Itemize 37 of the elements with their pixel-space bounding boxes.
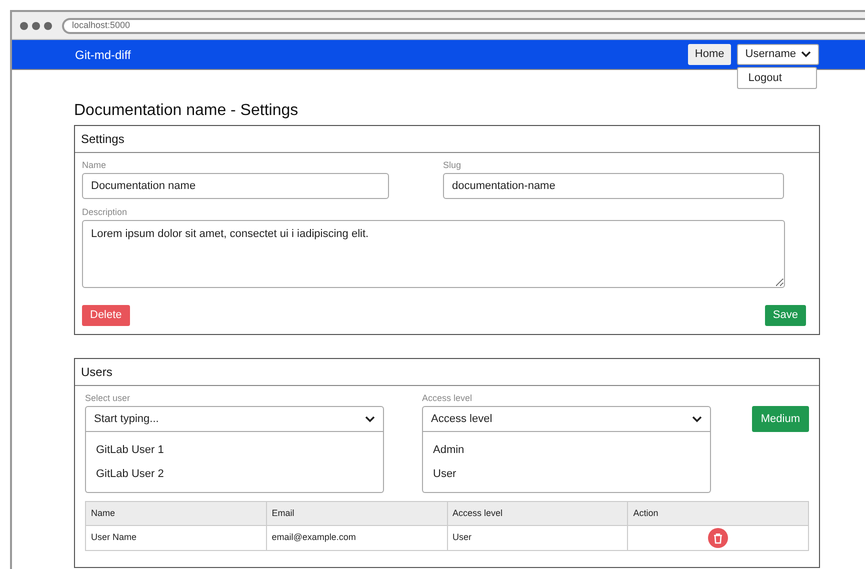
brand-title[interactable]: Git-md-diff bbox=[75, 46, 131, 64]
name-input[interactable]: Documentation name bbox=[82, 173, 389, 199]
field-label: Description bbox=[82, 206, 128, 218]
home-button[interactable]: Home bbox=[688, 44, 732, 65]
trash-icon bbox=[713, 532, 724, 544]
column-header: Name bbox=[86, 502, 266, 526]
field-label: Slug bbox=[443, 159, 462, 171]
table-cell: User Name bbox=[86, 526, 266, 550]
chevron-down-icon bbox=[365, 416, 375, 422]
save-button[interactable]: Save bbox=[764, 305, 806, 326]
dropdown-option[interactable]: GitLab User 1 bbox=[86, 438, 383, 462]
description-textarea[interactable]: Lorem ipsum dolor sit amet, consectet ui i iadipiscing elit. bbox=[82, 220, 785, 288]
field-label: Name bbox=[82, 159, 108, 171]
column-header: Email bbox=[266, 502, 447, 526]
table-cell: email@example.com bbox=[266, 526, 447, 550]
delete-icon-button[interactable] bbox=[708, 528, 728, 548]
address-bar[interactable]: localhost:5000 bbox=[62, 18, 865, 34]
chevron-down-icon bbox=[692, 416, 702, 422]
dropdown-option[interactable]: User bbox=[423, 462, 710, 486]
dropdown-option[interactable]: Admin bbox=[423, 438, 710, 462]
user-menu-button[interactable]: Username bbox=[737, 44, 819, 65]
dropdown-option[interactable]: GitLab User 2 bbox=[86, 462, 383, 486]
field-label: Select user bbox=[85, 392, 132, 404]
menu-item[interactable]: Logout bbox=[738, 68, 816, 88]
field-label: Access level bbox=[422, 392, 474, 404]
delete-button[interactable]: Delete bbox=[82, 305, 130, 326]
add-user-button[interactable]: Medium bbox=[752, 406, 809, 432]
slug-input[interactable]: documentation-name bbox=[443, 173, 784, 199]
card-title: Users bbox=[81, 364, 112, 381]
card-title: Settings bbox=[81, 131, 124, 148]
select-field[interactable]: Access level bbox=[422, 406, 711, 432]
chevron-down-icon bbox=[801, 51, 811, 58]
column-header: Access level bbox=[447, 502, 628, 526]
column-header: Action bbox=[628, 502, 808, 526]
table-cell: User bbox=[447, 526, 628, 550]
page-title: Documentation name - Settings bbox=[74, 101, 300, 121]
select-field[interactable]: Start typing... bbox=[85, 406, 384, 432]
